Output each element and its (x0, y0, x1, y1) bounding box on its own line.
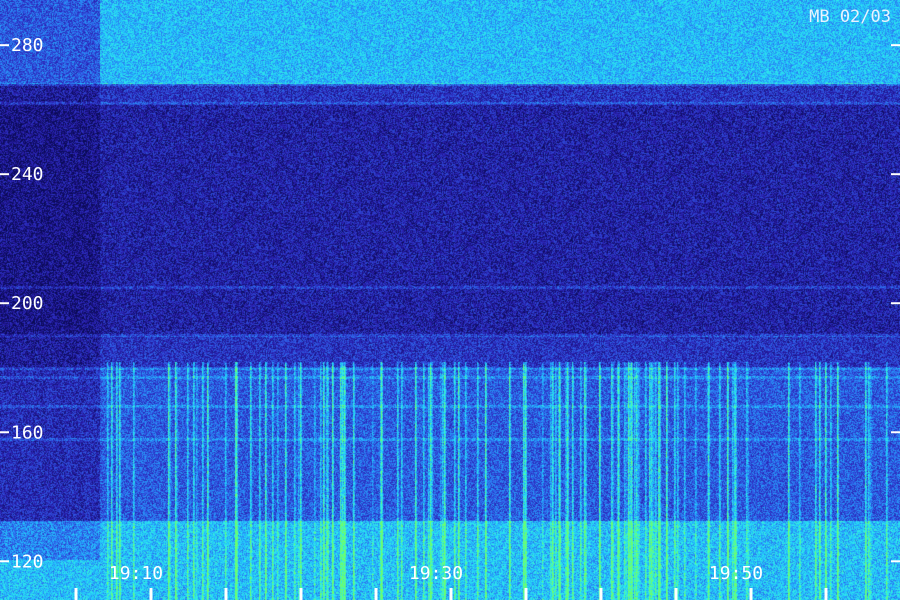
chart-overlay: 120 160 200 240 280 19:10 19:30 19:50 MB 02/03 (0, 7, 900, 600)
spectrogram-chart: 120 160 200 240 280 19:10 19:30 19:50 MB 02/03 (0, 0, 900, 600)
x-axis: 19:10 19:30 19:50 (74, 563, 828, 600)
x-tick-label: 19:50 (709, 563, 763, 584)
y-tick-label: 160 (11, 422, 44, 443)
y-tick-label: 240 (11, 164, 44, 185)
y-axis-left: 120 160 200 240 280 (0, 35, 44, 572)
y-tick-label: 280 (11, 35, 44, 56)
y-tick-label: 200 (11, 293, 44, 314)
station-date-stamp: MB 02/03 (809, 7, 891, 27)
y-axis-right (891, 44, 900, 563)
x-tick-label: 19:10 (109, 563, 163, 584)
x-tick-label: 19:30 (409, 563, 463, 584)
y-tick-label: 120 (11, 551, 44, 572)
